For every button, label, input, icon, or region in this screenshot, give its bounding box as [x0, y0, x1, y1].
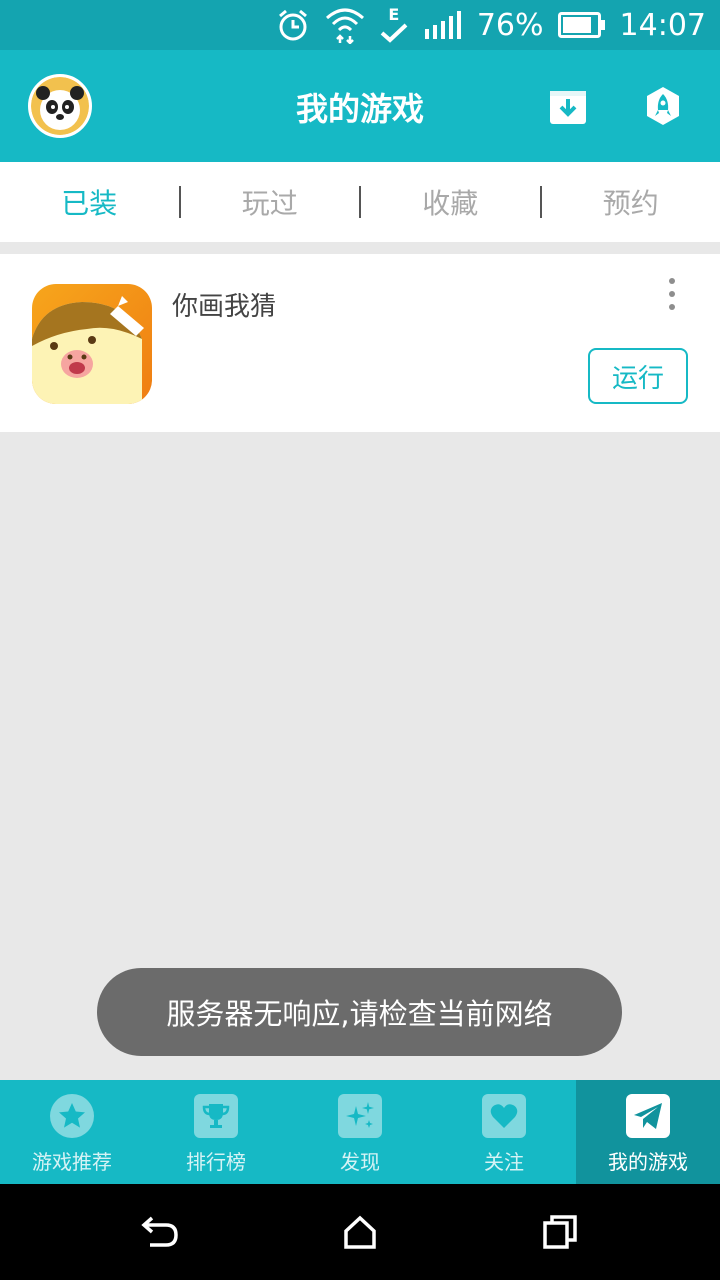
download-manager-button[interactable]: [548, 86, 588, 126]
more-options-button[interactable]: [660, 276, 684, 312]
bottom-nav: 游戏推荐 排行榜 发现 关注 我的游戏: [0, 1080, 720, 1184]
wifi-icon: [325, 6, 365, 44]
tab-bar: 已装 玩过 收藏 预约: [0, 162, 720, 242]
status-bar: E 76% 14:07: [0, 0, 720, 50]
paper-plane-icon: [626, 1094, 670, 1138]
nav-item-my-games[interactable]: 我的游戏: [576, 1080, 720, 1184]
download-icon: [550, 91, 586, 124]
toast-message: 服务器无响应,请检查当前网络: [97, 968, 622, 1056]
recent-apps-button[interactable]: [538, 1210, 582, 1254]
nav-item-recommended[interactable]: 游戏推荐: [0, 1080, 144, 1184]
more-dot-icon: [669, 278, 675, 284]
trophy-icon: [194, 1094, 238, 1138]
game-name: 你画我猜: [172, 292, 277, 322]
alarm-icon: [275, 7, 311, 43]
home-icon: [344, 1215, 376, 1249]
nav-item-discover[interactable]: 发现: [288, 1080, 432, 1184]
app-header: 我的游戏: [0, 50, 720, 162]
recent-apps-icon: [543, 1215, 577, 1249]
network-type-icon: E: [379, 7, 409, 43]
network-label: E: [388, 5, 400, 24]
page-title: 我的游戏: [295, 90, 424, 128]
clock: 14:07: [619, 7, 706, 43]
nav-label: 关注: [484, 1150, 524, 1174]
tab-reserved[interactable]: 预约: [542, 182, 720, 222]
nav-label: 我的游戏: [608, 1150, 688, 1174]
tab-favorites[interactable]: 收藏: [361, 182, 540, 222]
run-button[interactable]: 运行: [588, 348, 688, 404]
draw-guess-app-icon: [32, 284, 152, 404]
nav-item-following[interactable]: 关注: [432, 1080, 576, 1184]
back-button[interactable]: [138, 1210, 182, 1254]
nav-item-ranking[interactable]: 排行榜: [144, 1080, 288, 1184]
nav-label: 游戏推荐: [32, 1150, 112, 1174]
nav-label: 发现: [340, 1150, 380, 1174]
back-arrow-icon: [141, 1216, 178, 1247]
battery-icon: [557, 12, 606, 38]
tab-installed[interactable]: 已装: [0, 182, 179, 222]
nav-label: 排行榜: [186, 1150, 246, 1174]
rocket-icon: [647, 87, 679, 125]
speed-up-button[interactable]: [643, 86, 683, 126]
sparkle-icon: [338, 1094, 382, 1138]
more-dot-icon: [669, 291, 675, 297]
home-button[interactable]: [338, 1210, 382, 1254]
system-nav-bar: [0, 1184, 720, 1280]
game-icon[interactable]: [32, 284, 152, 404]
battery-percent: 76%: [476, 7, 544, 43]
tab-played[interactable]: 玩过: [181, 182, 360, 222]
star-icon: [50, 1094, 94, 1138]
signal-icon: [423, 11, 463, 39]
more-dot-icon: [669, 304, 675, 310]
game-list-item[interactable]: 你画我猜 运行: [0, 254, 720, 432]
heart-icon: [482, 1094, 526, 1138]
